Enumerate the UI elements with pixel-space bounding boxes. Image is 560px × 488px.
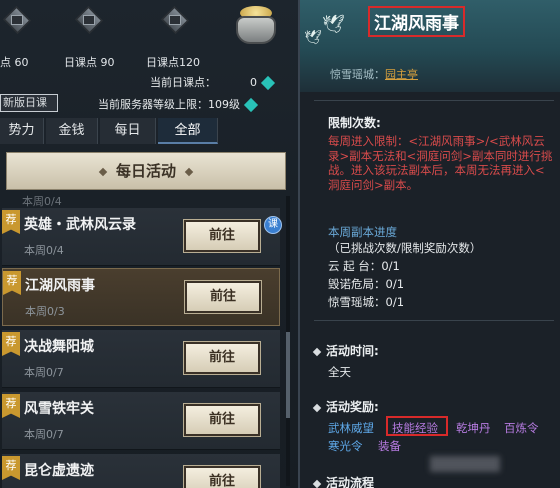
previous-row-progress: 本周0/4	[22, 195, 62, 208]
activity-detail-panel: 🕊 🕊 江湖风雨事 惊雪瑶城：园主亭 限制次数: 每周进入限制：<江湖风雨事>/…	[300, 0, 560, 488]
reward-chest-1[interactable]	[0, 5, 34, 36]
activity-row[interactable]: 荐 决战舞阳城 本周0/7 前往	[2, 330, 280, 388]
activity-progress: 本周0/4	[24, 244, 64, 257]
go-button[interactable]: 前往	[183, 465, 261, 488]
progress-title: 本周副本进度	[328, 225, 397, 239]
location-link[interactable]: 园主亭	[385, 68, 418, 81]
recommend-tag: 荐	[2, 332, 20, 356]
diamond-icon	[98, 167, 108, 176]
tab-all[interactable]: 全部	[158, 118, 218, 144]
stage-row: 云 起 台：0/1	[328, 259, 400, 273]
go-button[interactable]: 前往	[183, 341, 261, 375]
limit-text: 每周进入限制：<江湖风雨事>/<武林风云录>副本无法和<洞庭问剑>副本同时进行挑…	[328, 134, 553, 192]
process-heading: 活动流程	[312, 474, 374, 488]
activity-row-selected[interactable]: 荐 江湖风雨事 本周0/3 前往	[2, 268, 280, 326]
reward-chest-3[interactable]	[158, 5, 192, 36]
bullet-icon	[312, 403, 322, 412]
activity-progress: 本周0/7	[24, 428, 64, 441]
category-tabs: 势力 金钱 每日 全部	[0, 118, 298, 144]
recommend-tag: 荐	[2, 210, 20, 234]
bullet-icon	[312, 479, 322, 488]
recommend-tag: 荐	[2, 456, 20, 480]
activity-title: 风雪铁牢关	[24, 401, 94, 417]
point-label-3: 日课点120	[146, 56, 200, 69]
activity-row[interactable]: 荐 昆仑虚遗迹 前往	[2, 454, 280, 488]
go-button[interactable]: 前往	[183, 219, 261, 253]
scrollbar[interactable]	[286, 196, 290, 486]
gem-icon	[243, 97, 259, 113]
activity-title: 英雄・武林风云录	[24, 217, 136, 233]
stage-row: 毁诺危局：0/1	[328, 277, 405, 291]
scrollbar-thumb[interactable]	[286, 332, 290, 418]
diamond-icon	[184, 167, 194, 176]
reward-item[interactable]: 乾坤丹	[456, 420, 491, 436]
tab-faction[interactable]: 势力	[0, 118, 44, 144]
activity-progress: 本周0/7	[24, 366, 64, 379]
go-button[interactable]: 前往	[184, 280, 262, 314]
gem-icon	[260, 75, 276, 91]
location-line: 惊雪瑶城：园主亭	[330, 68, 418, 81]
watermark-blur	[430, 456, 500, 472]
server-level-cap: 当前服务器等级上限：109级	[98, 96, 259, 113]
reward-item[interactable]: 寒光令	[328, 438, 363, 454]
reward-heading: 活动奖励:	[312, 398, 379, 415]
bullet-icon	[312, 347, 322, 356]
recommend-tag: 荐	[2, 394, 20, 418]
crane-icon: 🕊	[322, 14, 345, 35]
activity-list-panel: 点 60 日课点 90 日课点120 当前日课点： 0 当前服务器等级上限：109…	[0, 0, 298, 488]
go-button[interactable]: 前往	[183, 403, 261, 437]
progress-note: （已挑战次数/限制奖励次数）	[328, 241, 482, 255]
activity-title: 决战舞阳城	[24, 339, 94, 355]
treasure-pot-icon[interactable]	[230, 2, 282, 48]
activity-progress: 本周0/3	[25, 305, 65, 318]
crane-icon: 🕊	[304, 30, 322, 46]
reward-item[interactable]: 装备	[378, 438, 401, 454]
activity-title: 昆仑虚遗迹	[24, 463, 94, 479]
point-label-2: 日课点 90	[64, 56, 115, 69]
limit-heading: 限制次数:	[328, 116, 381, 130]
current-daily-points: 当前日课点： 0	[150, 74, 276, 91]
divider	[314, 320, 554, 321]
daily-lesson-badge: 课	[264, 216, 282, 234]
reward-item[interactable]: 武林威望	[328, 420, 374, 436]
reward-chest-2[interactable]	[72, 5, 106, 36]
new-daily-button[interactable]: 新版日课	[0, 94, 58, 112]
detail-title: 江湖风雨事	[368, 6, 465, 37]
section-header: 每日活动	[6, 152, 286, 190]
reward-item[interactable]: 百炼令	[504, 420, 539, 436]
time-heading: 活动时间:	[312, 342, 379, 359]
tab-daily[interactable]: 每日	[100, 118, 156, 144]
highlight-box	[386, 416, 448, 436]
activity-row[interactable]: 荐 风雪铁牢关 本周0/7 前往	[2, 392, 280, 450]
activity-row[interactable]: 荐 英雄・武林风云录 本周0/4 前往	[2, 208, 280, 266]
tab-money[interactable]: 金钱	[46, 118, 98, 144]
time-value: 全天	[328, 365, 351, 379]
recommend-tag: 荐	[3, 271, 21, 295]
divider	[314, 100, 554, 101]
stage-row: 惊雪瑶城：0/1	[328, 295, 405, 309]
point-label-1: 点 60	[0, 56, 29, 69]
activity-title: 江湖风雨事	[25, 278, 95, 294]
